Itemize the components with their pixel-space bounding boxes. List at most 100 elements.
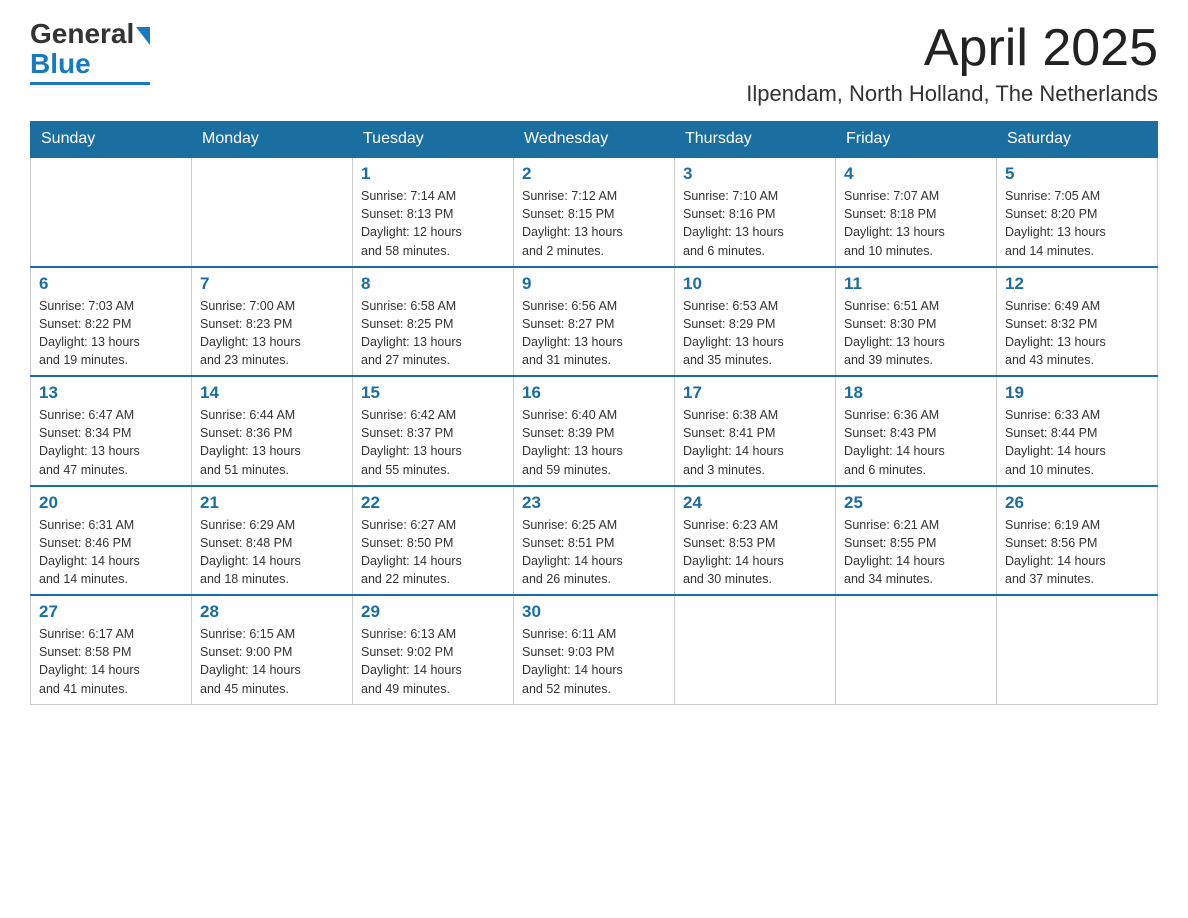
calendar-cell: 18Sunrise: 6:36 AMSunset: 8:43 PMDayligh… (836, 376, 997, 486)
calendar-cell (192, 157, 353, 267)
calendar-cell (675, 595, 836, 704)
calendar-cell: 7Sunrise: 7:00 AMSunset: 8:23 PMDaylight… (192, 267, 353, 377)
day-info: Sunrise: 6:44 AMSunset: 8:36 PMDaylight:… (200, 406, 344, 479)
calendar-cell: 23Sunrise: 6:25 AMSunset: 8:51 PMDayligh… (514, 486, 675, 596)
day-info: Sunrise: 6:33 AMSunset: 8:44 PMDaylight:… (1005, 406, 1149, 479)
day-number: 28 (200, 602, 344, 622)
calendar-cell: 16 Sunrise: 6:40 AMSunset: 8:39 PMDayligh… (514, 376, 675, 486)
calendar-cell: 4Sunrise: 7:07 AMSunset: 8:18 PMDaylight… (836, 157, 997, 267)
day-number: 10 (683, 274, 827, 294)
day-number: 24 (683, 493, 827, 513)
calendar-cell: 15 Sunrise: 6:42 AMSunset: 8:37 PMDayligh… (353, 376, 514, 486)
day-info: Sunrise: 6:42 AMSunset: 8:37 PMDaylight:… (361, 406, 505, 479)
day-number: 12 (1005, 274, 1149, 294)
day-number: 9 (522, 274, 666, 294)
logo-underline (30, 82, 150, 85)
calendar-cell: 29 Sunrise: 6:13 AMSunset: 9:02 PMDayligh… (353, 595, 514, 704)
day-info: Sunrise: 6:56 AMSunset: 8:27 PMDaylight:… (522, 297, 666, 370)
day-info: Sunrise: 6:49 AMSunset: 8:32 PMDaylight:… (1005, 297, 1149, 370)
calendar-cell: 12 Sunrise: 6:49 AMSunset: 8:32 PMDayligh… (997, 267, 1158, 377)
logo-blue-text: Blue (30, 48, 91, 80)
day-number: 21 (200, 493, 344, 513)
day-info: Sunrise: 6:29 AMSunset: 8:48 PMDaylight:… (200, 516, 344, 589)
calendar-cell: 11 Sunrise: 6:51 AMSunset: 8:30 PMDayligh… (836, 267, 997, 377)
week-row-5: 27 Sunrise: 6:17 AMSunset: 8:58 PMDayligh… (31, 595, 1158, 704)
calendar-cell: 3Sunrise: 7:10 AMSunset: 8:16 PMDaylight… (675, 157, 836, 267)
day-info: Sunrise: 6:19 AMSunset: 8:56 PMDaylight:… (1005, 516, 1149, 589)
weekday-header-row: SundayMondayTuesdayWednesdayThursdayFrid… (31, 122, 1158, 158)
day-number: 29 (361, 602, 505, 622)
day-number: 5 (1005, 164, 1149, 184)
location-title: Ilpendam, North Holland, The Netherlands (746, 81, 1158, 107)
page-header: General Blue April 2025 Ilpendam, North … (30, 20, 1158, 107)
week-row-4: 20 Sunrise: 6:31 AMSunset: 8:46 PMDayligh… (31, 486, 1158, 596)
day-info: Sunrise: 6:27 AMSunset: 8:50 PMDaylight:… (361, 516, 505, 589)
day-number: 19 (1005, 383, 1149, 403)
calendar-cell: 27 Sunrise: 6:17 AMSunset: 8:58 PMDayligh… (31, 595, 192, 704)
calendar-cell: 13 Sunrise: 6:47 AMSunset: 8:34 PMDayligh… (31, 376, 192, 486)
day-info: Sunrise: 7:14 AMSunset: 8:13 PMDaylight:… (361, 187, 505, 260)
calendar-cell: 22 Sunrise: 6:27 AMSunset: 8:50 PMDayligh… (353, 486, 514, 596)
calendar-cell: 17Sunrise: 6:38 AMSunset: 8:41 PMDayligh… (675, 376, 836, 486)
calendar-cell: 5 Sunrise: 7:05 AMSunset: 8:20 PMDaylight… (997, 157, 1158, 267)
day-number: 14 (200, 383, 344, 403)
day-number: 25 (844, 493, 988, 513)
day-number: 16 (522, 383, 666, 403)
calendar-cell: 21 Sunrise: 6:29 AMSunset: 8:48 PMDayligh… (192, 486, 353, 596)
calendar-cell: 2 Sunrise: 7:12 AMSunset: 8:15 PMDaylight… (514, 157, 675, 267)
day-info: Sunrise: 6:13 AMSunset: 9:02 PMDaylight:… (361, 625, 505, 698)
day-info: Sunrise: 6:36 AMSunset: 8:43 PMDaylight:… (844, 406, 988, 479)
day-number: 20 (39, 493, 183, 513)
weekday-header-friday: Friday (836, 122, 997, 158)
calendar-cell: 25 Sunrise: 6:21 AMSunset: 8:55 PMDayligh… (836, 486, 997, 596)
calendar-cell: 10 Sunrise: 6:53 AMSunset: 8:29 PMDayligh… (675, 267, 836, 377)
calendar-cell: 19 Sunrise: 6:33 AMSunset: 8:44 PMDayligh… (997, 376, 1158, 486)
day-info: Sunrise: 6:31 AMSunset: 8:46 PMDaylight:… (39, 516, 183, 589)
day-number: 26 (1005, 493, 1149, 513)
day-number: 23 (522, 493, 666, 513)
calendar-cell: 24Sunrise: 6:23 AMSunset: 8:53 PMDayligh… (675, 486, 836, 596)
title-section: April 2025 Ilpendam, North Holland, The … (746, 20, 1158, 107)
logo-triangle-icon (136, 27, 150, 45)
day-number: 30 (522, 602, 666, 622)
calendar-cell (31, 157, 192, 267)
week-row-2: 6 Sunrise: 7:03 AMSunset: 8:22 PMDaylight… (31, 267, 1158, 377)
weekday-header-wednesday: Wednesday (514, 122, 675, 158)
day-number: 1 (361, 164, 505, 184)
day-number: 15 (361, 383, 505, 403)
day-number: 6 (39, 274, 183, 294)
day-number: 2 (522, 164, 666, 184)
month-title: April 2025 (746, 20, 1158, 77)
day-number: 11 (844, 274, 988, 294)
calendar-cell: 14 Sunrise: 6:44 AMSunset: 8:36 PMDayligh… (192, 376, 353, 486)
day-info: Sunrise: 6:21 AMSunset: 8:55 PMDaylight:… (844, 516, 988, 589)
week-row-1: 1 Sunrise: 7:14 AMSunset: 8:13 PMDaylight… (31, 157, 1158, 267)
logo-general-text: General (30, 20, 134, 48)
calendar-cell: 26 Sunrise: 6:19 AMSunset: 8:56 PMDayligh… (997, 486, 1158, 596)
calendar-cell: 1 Sunrise: 7:14 AMSunset: 8:13 PMDaylight… (353, 157, 514, 267)
day-number: 22 (361, 493, 505, 513)
day-number: 3 (683, 164, 827, 184)
weekday-header-tuesday: Tuesday (353, 122, 514, 158)
day-info: Sunrise: 7:05 AMSunset: 8:20 PMDaylight:… (1005, 187, 1149, 260)
day-number: 8 (361, 274, 505, 294)
weekday-header-monday: Monday (192, 122, 353, 158)
day-info: Sunrise: 6:17 AMSunset: 8:58 PMDaylight:… (39, 625, 183, 698)
calendar-table: SundayMondayTuesdayWednesdayThursdayFrid… (30, 121, 1158, 705)
day-info: Sunrise: 6:53 AMSunset: 8:29 PMDaylight:… (683, 297, 827, 370)
day-info: Sunrise: 7:07 AMSunset: 8:18 PMDaylight:… (844, 187, 988, 260)
day-number: 13 (39, 383, 183, 403)
day-info: Sunrise: 6:51 AMSunset: 8:30 PMDaylight:… (844, 297, 988, 370)
day-info: Sunrise: 6:11 AMSunset: 9:03 PMDaylight:… (522, 625, 666, 698)
logo-blue-row: Blue (30, 48, 91, 80)
day-info: Sunrise: 6:47 AMSunset: 8:34 PMDaylight:… (39, 406, 183, 479)
day-info: Sunrise: 7:12 AMSunset: 8:15 PMDaylight:… (522, 187, 666, 260)
day-number: 17 (683, 383, 827, 403)
week-row-3: 13 Sunrise: 6:47 AMSunset: 8:34 PMDayligh… (31, 376, 1158, 486)
day-info: Sunrise: 6:40 AMSunset: 8:39 PMDaylight:… (522, 406, 666, 479)
day-info: Sunrise: 7:03 AMSunset: 8:22 PMDaylight:… (39, 297, 183, 370)
day-number: 7 (200, 274, 344, 294)
weekday-header-sunday: Sunday (31, 122, 192, 158)
day-number: 27 (39, 602, 183, 622)
calendar-cell (997, 595, 1158, 704)
